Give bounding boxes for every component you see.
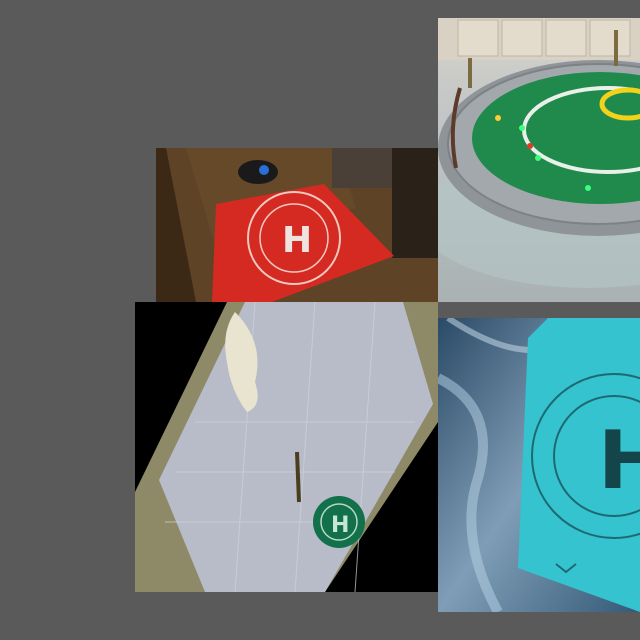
cyan-pad-scene: H	[438, 318, 640, 612]
cyan-pad-letter: H	[598, 414, 640, 507]
green-pad-letter: H	[331, 513, 349, 538]
inverted-floor-photo: H	[135, 302, 438, 592]
image-collage: H H H	[0, 0, 640, 640]
helipad-photo	[438, 18, 640, 302]
red-pad-letter: H	[282, 220, 312, 261]
cyan-landing-pad-photo: H	[438, 318, 640, 612]
red-pad-scene: H	[156, 148, 438, 302]
red-landing-pad-photo: H	[156, 148, 438, 302]
helipad-scene	[438, 18, 640, 302]
inverted-scene: H	[135, 302, 438, 592]
